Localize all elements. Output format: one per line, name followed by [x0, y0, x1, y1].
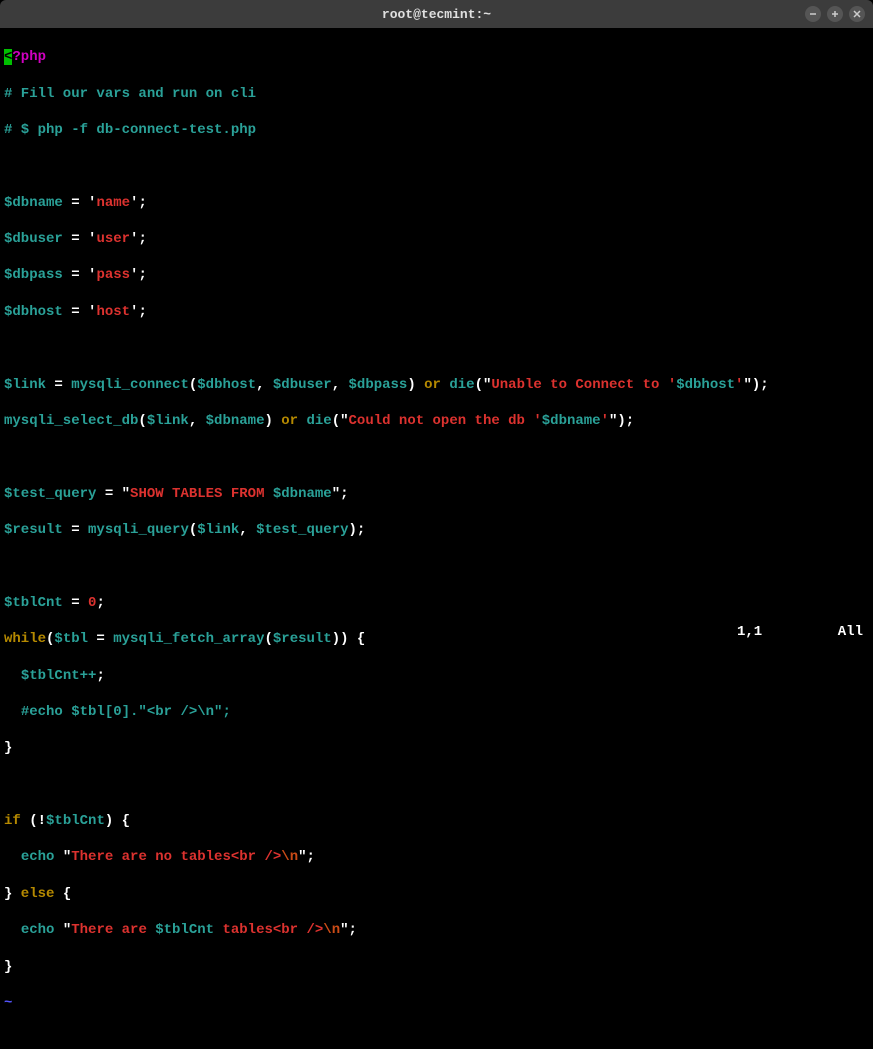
code-line: $test_query = "SHOW TABLES FROM $dbname"…: [4, 485, 869, 503]
vim-tilde: ~: [4, 994, 869, 1012]
blank-line: [4, 776, 869, 794]
code-comment: # $ php -f db-connect-test.php: [4, 121, 869, 139]
code-line: }: [4, 739, 869, 757]
code-comment: # Fill our vars and run on cli: [4, 85, 869, 103]
blank-line: [4, 448, 869, 466]
code-line: } else {: [4, 885, 869, 903]
code-line: echo "There are $tblCnt tables<br />\n";: [4, 921, 869, 939]
code-line: $dbhost = 'host';: [4, 303, 869, 321]
window-title: root@tecmint:~: [382, 7, 491, 22]
close-button[interactable]: [849, 6, 865, 22]
code-line: $dbpass = 'pass';: [4, 266, 869, 284]
minimize-button[interactable]: [805, 6, 821, 22]
scroll-position: All: [838, 624, 863, 640]
code-line: $result = mysqli_query($link, $test_quer…: [4, 521, 869, 539]
code-line: mysqli_select_db($link, $dbname) or die(…: [4, 412, 869, 430]
window-controls: [805, 6, 865, 22]
code-line: echo "There are no tables<br />\n";: [4, 848, 869, 866]
code-line: #echo $tbl[0]."<br />\n";: [4, 703, 869, 721]
cursor-position: 1,1: [737, 624, 762, 640]
blank-line: [4, 557, 869, 575]
code-line: $tblCnt = 0;: [4, 594, 869, 612]
titlebar: root@tecmint:~: [0, 0, 873, 28]
terminal-content[interactable]: <?php # Fill our vars and run on cli # $…: [0, 28, 873, 643]
code-line: if (!$tblCnt) {: [4, 812, 869, 830]
vim-status-bar: 1,1 All: [737, 623, 863, 641]
blank-line: [4, 339, 869, 357]
php-open-tag: ?php: [12, 49, 46, 65]
code-line: $tblCnt++;: [4, 667, 869, 685]
code-line: $link = mysqli_connect($dbhost, $dbuser,…: [4, 376, 869, 394]
code-line: <?php: [4, 48, 869, 66]
code-line: }: [4, 958, 869, 976]
code-line: $dbname = 'name';: [4, 194, 869, 212]
blank-line: [4, 157, 869, 175]
code-line: $dbuser = 'user';: [4, 230, 869, 248]
maximize-button[interactable]: [827, 6, 843, 22]
